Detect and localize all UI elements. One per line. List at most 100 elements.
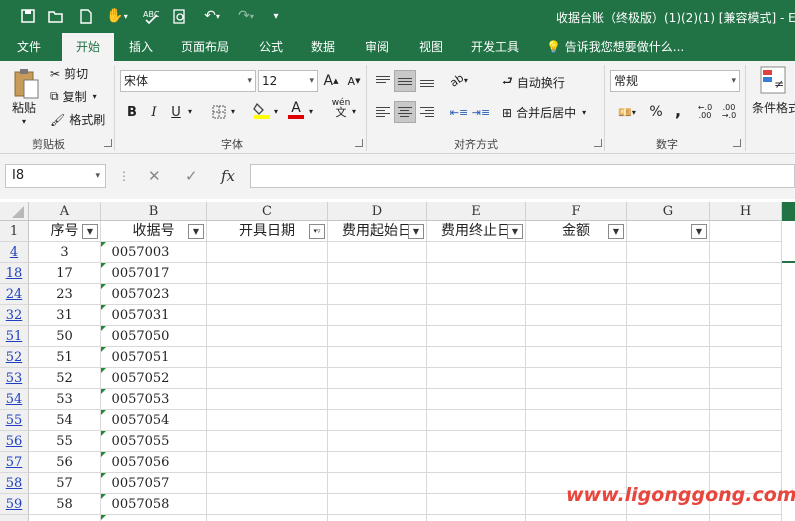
underline-button[interactable]: U — [165, 101, 187, 123]
conditional-format-icon[interactable]: ≠ — [760, 66, 786, 94]
empty-cell[interactable] — [526, 410, 627, 431]
empty-cell[interactable] — [710, 284, 782, 305]
tab-view[interactable]: 视图 — [410, 33, 452, 61]
empty-cell[interactable] — [427, 431, 526, 452]
empty-cell[interactable] — [207, 410, 328, 431]
font-color-dropdown-icon[interactable]: ▾ — [309, 107, 313, 116]
header-cell-h[interactable] — [710, 221, 782, 242]
empty-cell[interactable] — [328, 305, 427, 326]
tab-developer[interactable]: 开发工具 — [462, 33, 528, 61]
increase-indent-icon[interactable]: ⇥≡ — [470, 101, 492, 123]
receipt-cell[interactable]: 0057057 — [101, 473, 207, 494]
row-header[interactable]: 58 — [0, 473, 29, 494]
new-file-icon[interactable] — [76, 7, 96, 25]
seq-cell[interactable]: 55 — [29, 431, 101, 452]
empty-cell[interactable] — [710, 431, 782, 452]
receipt-cell[interactable]: 0057054 — [101, 410, 207, 431]
empty-cell[interactable] — [526, 242, 627, 263]
fill-color-dropdown-icon[interactable]: ▾ — [274, 107, 278, 116]
number-format-select[interactable]: 常规 ▾ — [610, 70, 740, 92]
percent-style-button[interactable]: % — [645, 101, 667, 123]
empty-cell[interactable] — [710, 368, 782, 389]
empty-cell[interactable] — [427, 515, 526, 521]
header-cell-f[interactable]: 金额 ▼ — [526, 221, 627, 242]
phonetic-guide-button[interactable]: wén 文 — [330, 97, 352, 119]
column-header-g[interactable]: G — [627, 202, 710, 221]
empty-cell[interactable] — [627, 431, 710, 452]
formula-input[interactable] — [250, 164, 795, 188]
empty-cell[interactable] — [427, 284, 526, 305]
empty-cell[interactable] — [207, 347, 328, 368]
phonetic-dropdown-icon[interactable]: ▾ — [352, 107, 356, 116]
column-header-b[interactable]: B — [101, 202, 207, 221]
customize-toolbar-icon[interactable]: ▾ — [268, 7, 284, 25]
empty-cell[interactable] — [710, 389, 782, 410]
column-header-h[interactable]: H — [710, 202, 782, 221]
paste-dropdown-icon[interactable]: ▾ — [22, 117, 26, 126]
receipt-cell[interactable]: 0057031 — [101, 305, 207, 326]
font-name-select[interactable]: 宋体 ▾ — [120, 70, 256, 92]
header-cell-b[interactable]: 收据号 ▼ — [101, 221, 207, 242]
empty-cell[interactable] — [427, 452, 526, 473]
empty-cell[interactable] — [627, 284, 710, 305]
confirm-entry-icon[interactable]: ✓ — [185, 167, 198, 185]
empty-cell[interactable] — [328, 242, 427, 263]
tab-review[interactable]: 审阅 — [356, 33, 398, 61]
empty-cell[interactable] — [710, 305, 782, 326]
empty-cell[interactable] — [427, 389, 526, 410]
empty-cell[interactable] — [427, 473, 526, 494]
font-launcher-icon[interactable] — [355, 139, 363, 147]
align-bottom-icon[interactable] — [416, 72, 438, 94]
empty-cell[interactable] — [526, 452, 627, 473]
empty-cell[interactable] — [207, 494, 328, 515]
filter-dropdown-icon[interactable]: ▼ — [608, 224, 624, 239]
filter-dropdown-icon[interactable]: ▼ — [507, 224, 523, 239]
seq-cell[interactable]: 52 — [29, 368, 101, 389]
receipt-cell[interactable]: 0057050 — [101, 326, 207, 347]
grow-font-button[interactable]: A ▲ — [320, 70, 342, 92]
underline-dropdown-icon[interactable]: ▾ — [188, 107, 192, 116]
empty-cell[interactable] — [328, 284, 427, 305]
align-middle-icon[interactable] — [394, 70, 416, 92]
align-right-icon[interactable] — [416, 101, 438, 123]
seq-cell[interactable]: 53 — [29, 389, 101, 410]
accounting-format-icon[interactable]: 💴 ▾ — [612, 101, 642, 123]
column-header-a[interactable]: A — [29, 202, 101, 221]
row-header[interactable]: 4 — [0, 242, 29, 263]
header-cell-a[interactable]: 序号 ▼ — [29, 221, 101, 242]
filter-dropdown-icon[interactable]: ▼ — [188, 224, 204, 239]
tab-home[interactable]: 开始 — [62, 33, 114, 61]
empty-cell[interactable] — [526, 305, 627, 326]
cancel-entry-icon[interactable]: ✕ — [148, 167, 161, 185]
comma-style-button[interactable]: , — [667, 99, 689, 121]
bold-button[interactable]: B — [121, 101, 143, 123]
empty-cell[interactable] — [627, 347, 710, 368]
filter-dropdown-icon[interactable]: ▼ — [691, 224, 707, 239]
format-painter-button[interactable]: 🖌 格式刷 — [50, 111, 105, 128]
seq-cell[interactable]: 58 — [29, 494, 101, 515]
empty-cell[interactable] — [207, 242, 328, 263]
decrease-decimal-icon[interactable]: .00 →.0 — [718, 101, 740, 123]
number-launcher-icon[interactable] — [733, 139, 741, 147]
print-preview-icon[interactable] — [170, 7, 190, 25]
empty-cell[interactable] — [207, 305, 328, 326]
receipt-cell[interactable]: 0057058 — [101, 494, 207, 515]
receipt-cell[interactable]: 0057053 — [101, 389, 207, 410]
column-header-e[interactable]: E — [427, 202, 526, 221]
open-folder-icon[interactable] — [46, 7, 66, 25]
italic-button[interactable]: I — [143, 101, 165, 123]
copy-button[interactable]: ⧉ 复制 ▾ — [50, 88, 97, 105]
cut-button[interactable]: ✂ 剪切 — [50, 65, 88, 82]
empty-cell[interactable] — [526, 389, 627, 410]
receipt-cell[interactable]: 0057052 — [101, 368, 207, 389]
orientation-icon[interactable]: ab ▾ — [448, 69, 470, 91]
empty-cell[interactable] — [627, 326, 710, 347]
paste-button[interactable]: 粘贴 — [12, 99, 36, 116]
empty-cell[interactable] — [526, 347, 627, 368]
row-header[interactable]: 59 — [0, 494, 29, 515]
empty-cell[interactable] — [328, 347, 427, 368]
fill-color-icon[interactable] — [251, 99, 273, 121]
empty-cell[interactable] — [207, 263, 328, 284]
empty-cell[interactable] — [328, 410, 427, 431]
empty-cell[interactable] — [427, 305, 526, 326]
